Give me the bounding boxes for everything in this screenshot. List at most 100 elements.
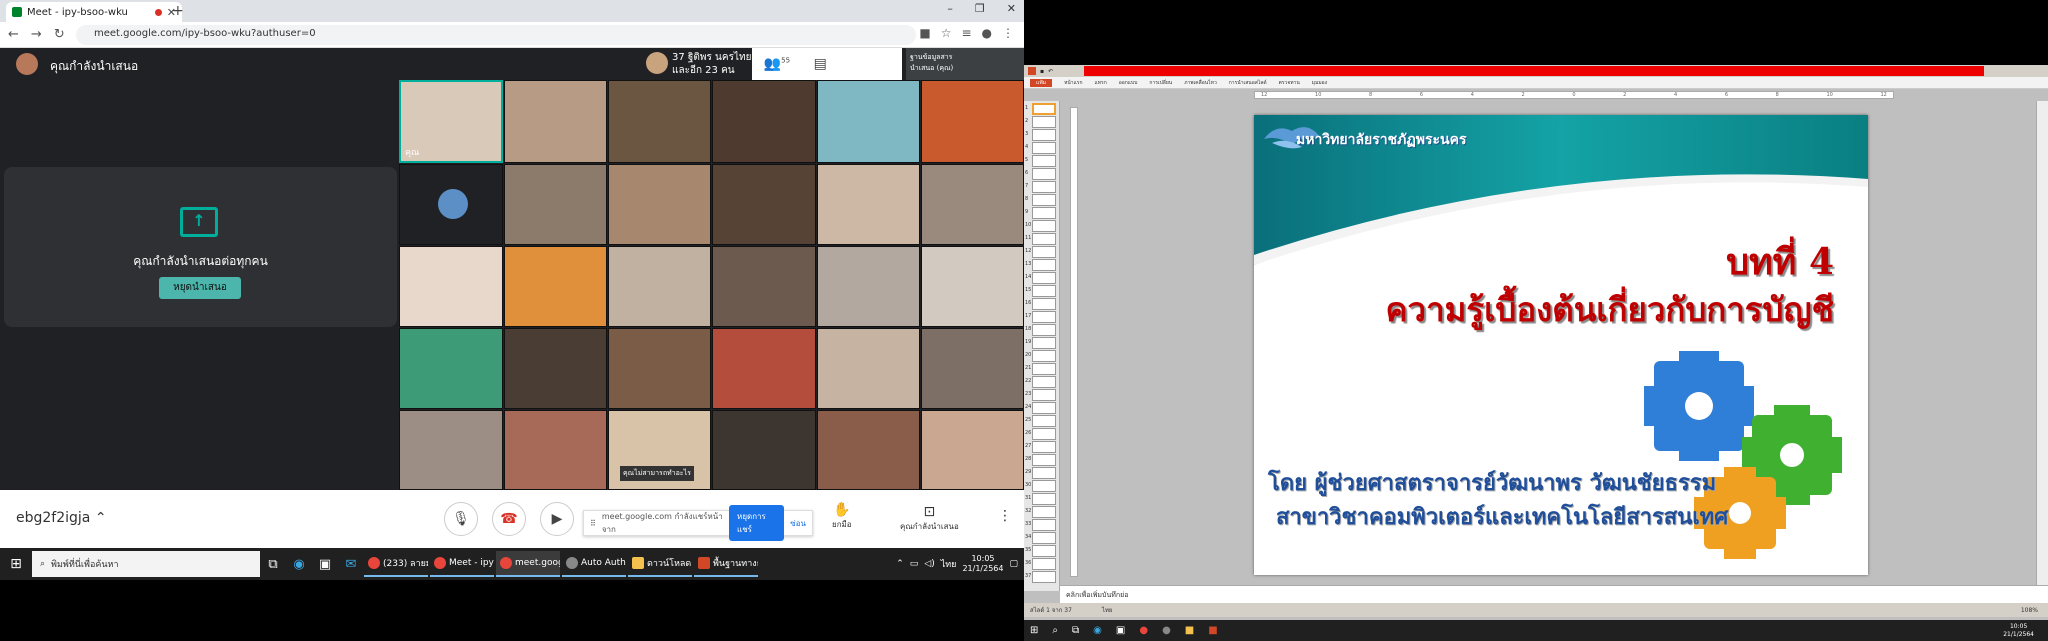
- slide-thumbnail[interactable]: [1032, 116, 1056, 128]
- stop-sharing-button[interactable]: หยุดการแชร์: [729, 505, 785, 541]
- minimize-icon[interactable]: –: [947, 2, 953, 15]
- slide-thumbnail[interactable]: [1032, 298, 1056, 310]
- new-tab-button[interactable]: +: [172, 3, 184, 19]
- notes-pane[interactable]: คลิกเพื่อเพิ่มบันทึกย่อ: [1060, 585, 2048, 603]
- ribbon-tab-file[interactable]: แฟ้ม: [1030, 78, 1053, 87]
- media-icon[interactable]: ≡: [961, 26, 971, 40]
- slide-thumbnail[interactable]: [1032, 454, 1056, 466]
- edge-icon[interactable]: ◉: [1093, 625, 1102, 636]
- network-icon[interactable]: ▭: [910, 559, 919, 569]
- ribbon-tab[interactable]: หน้าแรก: [1064, 79, 1082, 87]
- participant-tile[interactable]: [399, 246, 503, 327]
- vertical-scrollbar[interactable]: [2036, 101, 2048, 585]
- participant-tile[interactable]: [921, 328, 1024, 409]
- slide-thumbnail[interactable]: [1032, 519, 1056, 531]
- task-view-icon[interactable]: ⧉: [260, 557, 286, 572]
- people-button[interactable]: 👥55: [764, 56, 790, 72]
- slide-thumbnail[interactable]: [1032, 103, 1056, 115]
- slide-thumbnail[interactable]: [1032, 402, 1056, 414]
- taskbar-app[interactable]: ดาวน์โหลด: [628, 551, 692, 577]
- url-field[interactable]: meet.google.com/ipy-bsoo-wku?authuser=0: [76, 25, 916, 45]
- store-icon[interactable]: ▣: [312, 557, 338, 572]
- windows-start-icon[interactable]: ⊞: [0, 556, 32, 572]
- menu-icon[interactable]: ⋮: [1002, 26, 1014, 40]
- input-language[interactable]: ไทย: [941, 557, 957, 571]
- search-icon[interactable]: ⌕: [1052, 625, 1058, 636]
- taskbar-app[interactable]: พื้นฐานทางธุร...: [694, 551, 758, 577]
- slide-thumbnail[interactable]: [1032, 467, 1056, 479]
- slide-thumbnail[interactable]: [1032, 311, 1056, 323]
- slide-thumbnail[interactable]: [1032, 441, 1056, 453]
- participant-tile[interactable]: [921, 80, 1024, 163]
- slide-thumbnail[interactable]: [1032, 415, 1056, 427]
- volume-icon[interactable]: ◁): [924, 559, 934, 569]
- slide-thumbnail[interactable]: [1032, 272, 1056, 284]
- drag-handle-icon[interactable]: ⠿: [590, 519, 596, 528]
- ribbon-tab[interactable]: ภาพเคลื่อนไหว: [1184, 79, 1217, 87]
- task-view-icon[interactable]: ⧉: [1072, 625, 1079, 636]
- meeting-code[interactable]: ebg2f2igja ⌃: [16, 510, 107, 526]
- reload-icon[interactable]: ↻: [54, 27, 65, 42]
- participant-tile[interactable]: [712, 328, 816, 409]
- chevron-up-icon[interactable]: ⌃: [896, 559, 904, 569]
- camera-button[interactable]: ▶: [540, 502, 574, 536]
- save-icon[interactable]: ▪: [1040, 68, 1044, 75]
- taskbar-search[interactable]: ⌕ พิมพ์ที่นี่เพื่อค้นหา: [32, 551, 260, 577]
- hide-button[interactable]: ซ่อน: [790, 517, 806, 530]
- ribbon-tab[interactable]: การนำเสนอสไลด์: [1229, 79, 1267, 87]
- slide-thumbnail[interactable]: [1032, 363, 1056, 375]
- participant-tile[interactable]: [608, 80, 711, 163]
- slide-thumbnail[interactable]: [1032, 129, 1056, 141]
- taskbar-app[interactable]: meet.googl...: [496, 551, 560, 577]
- participant-tile[interactable]: [817, 80, 920, 163]
- slide-thumbnail[interactable]: [1032, 324, 1056, 336]
- slide-thumbnail[interactable]: [1032, 168, 1056, 180]
- participant-tile[interactable]: [608, 328, 711, 409]
- folder-icon[interactable]: ■: [1185, 625, 1194, 636]
- profile-icon[interactable]: ●: [982, 26, 992, 40]
- zoom-level[interactable]: 108%: [2021, 607, 2048, 614]
- app-icon[interactable]: ●: [1162, 625, 1171, 636]
- back-icon[interactable]: ←: [8, 27, 19, 42]
- participant-tile[interactable]: [921, 246, 1024, 327]
- participant-tile-self[interactable]: คุณ: [399, 80, 503, 163]
- participant-tile[interactable]: [712, 80, 816, 163]
- chat-icon[interactable]: ▤: [814, 56, 827, 72]
- restore-icon[interactable]: ❐: [975, 2, 985, 15]
- slide-thumbnail[interactable]: [1032, 532, 1056, 544]
- ribbon-tab[interactable]: ออกแบบ: [1119, 79, 1138, 87]
- chrome-icon[interactable]: ●: [1139, 625, 1148, 636]
- participant-tile[interactable]: [817, 246, 920, 327]
- slide-thumbnail[interactable]: [1032, 558, 1056, 570]
- taskbar-clock[interactable]: 10:05 21/1/2564: [962, 554, 1003, 574]
- undo-icon[interactable]: ↶: [1048, 68, 1053, 75]
- taskbar-app[interactable]: Meet - ipy-b...: [430, 551, 494, 577]
- browser-tab[interactable]: Meet - ipy-bsoo-wku ✕: [6, 2, 182, 22]
- slide-thumbnail[interactable]: [1032, 506, 1056, 518]
- slide-thumbnail[interactable]: [1032, 337, 1056, 349]
- slide-thumbnail[interactable]: [1032, 233, 1056, 245]
- ribbon-tab[interactable]: มุมมอง: [1312, 79, 1327, 87]
- stop-presenting-button[interactable]: หยุดนำเสนอ: [159, 277, 241, 299]
- slide-thumbnail[interactable]: [1032, 376, 1056, 388]
- slide-thumbnail[interactable]: [1032, 181, 1056, 193]
- participant-tile[interactable]: [399, 164, 503, 245]
- slide-thumbnail[interactable]: [1032, 493, 1056, 505]
- forward-icon[interactable]: →: [31, 27, 42, 42]
- slide-thumbnail[interactable]: [1032, 142, 1056, 154]
- slide-thumbnail[interactable]: [1032, 428, 1056, 440]
- ribbon-tab[interactable]: ตรวจทาน: [1279, 79, 1300, 87]
- participant-tile[interactable]: [817, 328, 920, 409]
- participant-tile[interactable]: [504, 410, 607, 490]
- participant-tile[interactable]: [817, 410, 920, 490]
- participant-tile[interactable]: [712, 410, 816, 490]
- windows-start-icon[interactable]: ⊞: [1030, 625, 1038, 636]
- slide-thumbnail[interactable]: [1032, 350, 1056, 362]
- slide-thumbnail[interactable]: [1032, 545, 1056, 557]
- slide-thumbnail[interactable]: [1032, 259, 1056, 271]
- raise-hand-button[interactable]: ✋ ยกมือ: [832, 502, 852, 531]
- participant-tile[interactable]: [712, 164, 816, 245]
- participant-tile[interactable]: [921, 410, 1024, 490]
- participant-tile[interactable]: [608, 246, 711, 327]
- ribbon-tab[interactable]: การเปลี่ยน: [1149, 79, 1172, 87]
